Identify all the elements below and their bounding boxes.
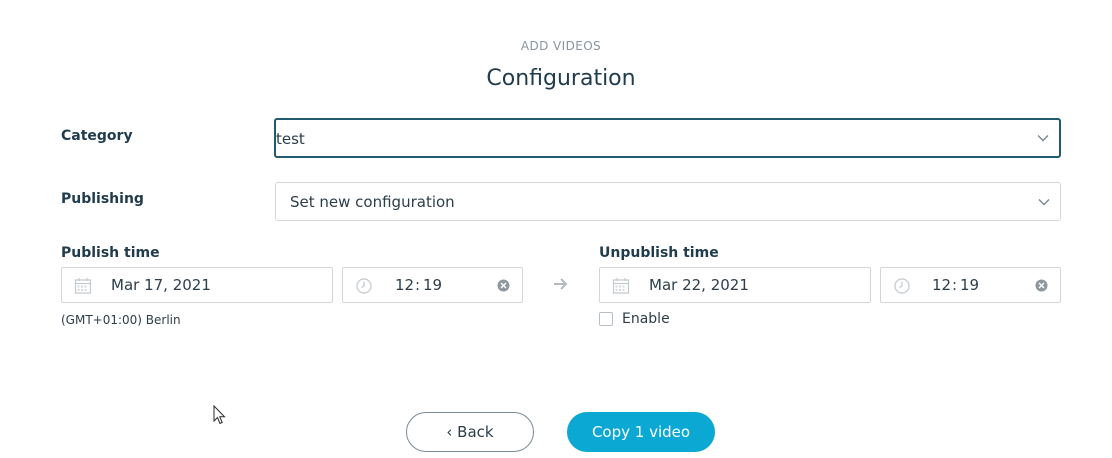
unpublish-time-separator: : xyxy=(952,276,958,294)
chevron-down-icon xyxy=(1038,198,1050,205)
clear-icon[interactable] xyxy=(1035,279,1048,292)
category-label: Category xyxy=(61,128,133,144)
page-title: Configuration xyxy=(486,66,636,91)
configuration-page: ADD VIDEOS Configuration Category test P… xyxy=(0,0,1112,458)
publishing-select[interactable]: Set new configuration xyxy=(275,182,1061,221)
unpublish-time-label: Unpublish time xyxy=(599,245,719,261)
clock-icon xyxy=(356,278,372,294)
step-label: ADD VIDEOS xyxy=(520,39,602,53)
unpublish-date-field[interactable]: Mar 22, 2021 xyxy=(599,267,871,303)
publishing-label: Publishing xyxy=(61,191,144,207)
timezone-label: (GMT+01:00) Berlin xyxy=(61,313,181,327)
category-value: test xyxy=(276,130,305,148)
copy-video-button[interactable]: Copy 1 video xyxy=(567,412,715,452)
enable-label: Enable xyxy=(622,311,670,327)
arrow-right-icon xyxy=(554,278,568,290)
unpublish-date-value: Mar 22, 2021 xyxy=(649,276,749,294)
unpublish-time-hour: 12 xyxy=(932,276,952,294)
category-select[interactable]: test xyxy=(274,118,1061,158)
publish-time-label: Publish time xyxy=(61,245,160,261)
back-button[interactable]: ‹ Back xyxy=(406,412,534,452)
clock-icon xyxy=(894,278,910,294)
publish-time-minute: 19 xyxy=(423,276,443,294)
unpublish-time-field[interactable]: 12 : 19 xyxy=(880,267,1061,303)
publish-time-hour: 12 xyxy=(395,276,415,294)
calendar-icon xyxy=(612,278,630,294)
publish-time-field[interactable]: 12 : 19 xyxy=(342,267,523,303)
publishing-value: Set new configuration xyxy=(290,193,455,211)
publish-time-separator: : xyxy=(415,276,421,294)
calendar-icon xyxy=(74,278,92,294)
chevron-down-icon xyxy=(1037,135,1049,142)
clear-icon[interactable] xyxy=(497,279,510,292)
publish-date-value: Mar 17, 2021 xyxy=(111,276,211,294)
unpublish-time-minute: 19 xyxy=(960,276,980,294)
enable-checkbox[interactable] xyxy=(599,312,613,326)
publish-date-field[interactable]: Mar 17, 2021 xyxy=(61,267,333,303)
mouse-pointer-icon xyxy=(213,405,226,425)
